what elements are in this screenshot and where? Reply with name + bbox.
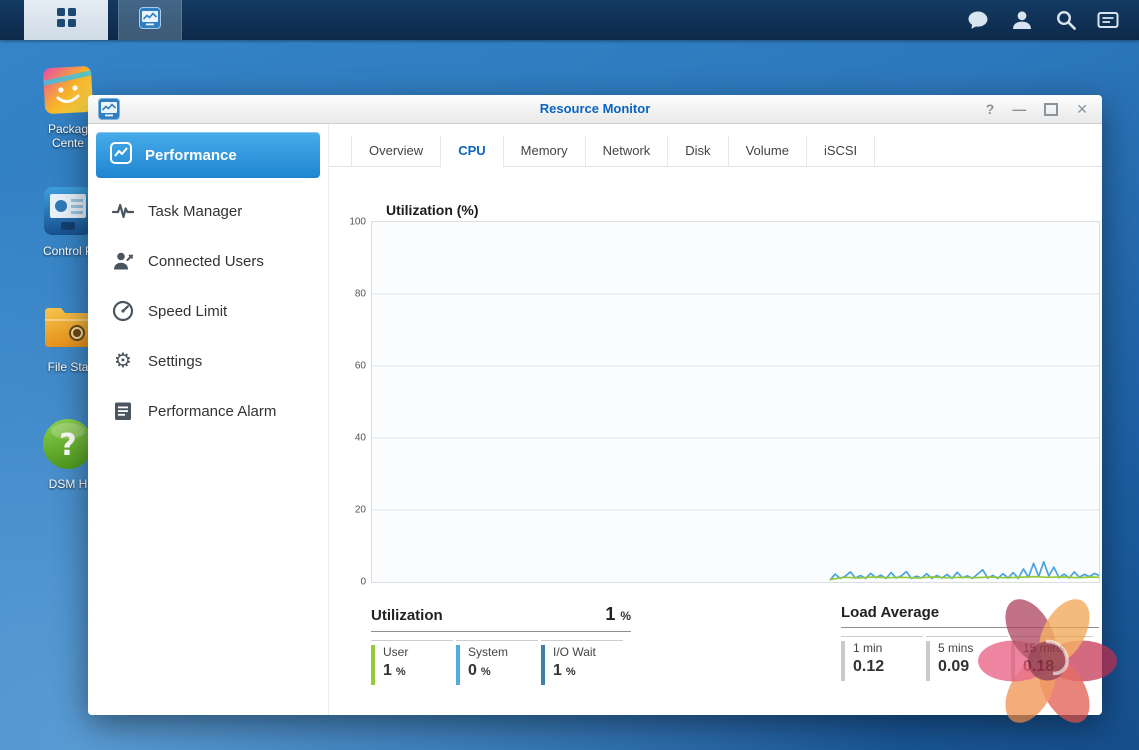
window-title: Resource Monitor [88, 95, 1102, 123]
sidebar-item-task-manager[interactable]: Task Manager [88, 186, 328, 236]
utilization-unit: % [620, 609, 631, 623]
resource-monitor-icon [98, 98, 120, 120]
stat-box-load-1min: 1 min 0.12 [841, 636, 923, 681]
app-grid-icon [57, 8, 76, 32]
window-content: OverviewCPUMemoryNetworkDiskVolumeiSCSI … [329, 124, 1102, 715]
y-axis-tick: 100 [338, 217, 366, 228]
tab-volume[interactable]: Volume [729, 136, 807, 166]
sidebar-item-label: Performance Alarm [148, 403, 276, 420]
sidebar-item-label: Task Manager [148, 203, 242, 220]
chart-title: Utilization (%) [386, 202, 479, 218]
sidebar-item-label: Performance [145, 147, 237, 164]
task-manager-pulse-icon [112, 200, 134, 222]
dsm-help-icon: ? [41, 417, 95, 471]
stat-box-load-5mins: 5 mins 0.09 [926, 636, 1008, 681]
y-axis-tick: 40 [338, 433, 366, 444]
resource-monitor-icon [139, 7, 161, 34]
sidebar-item-performance[interactable]: Performance [96, 132, 320, 178]
stat-box-system: System 0% [456, 640, 538, 685]
chat-notification-icon[interactable] [967, 9, 989, 31]
tab-disk[interactable]: Disk [668, 136, 728, 166]
stat-value: 1 [383, 662, 392, 679]
load-average-summary: Load Average 1 min 0.12 5 mins 0.09 [841, 604, 1099, 681]
tab-overview[interactable]: Overview [351, 136, 441, 166]
sidebar-item-performance-alarm[interactable]: Performance Alarm [88, 386, 328, 436]
sidebar-item-label: Settings [148, 353, 202, 370]
y-axis-tick: 0 [338, 577, 366, 588]
close-button[interactable]: ✕ [1076, 102, 1088, 116]
sidebar-item-connected-users[interactable]: Connected Users [88, 236, 328, 286]
file-station-icon [41, 300, 95, 354]
maximize-button[interactable] [1044, 103, 1058, 116]
window-sidebar: Performance Task Manager Connected Users… [88, 124, 329, 715]
performance-alarm-list-icon [112, 400, 134, 422]
utilization-label: Utilization [371, 607, 443, 624]
sidebar-item-label: Connected Users [148, 253, 264, 270]
taskbar [0, 0, 1139, 40]
resource-monitor-window: Resource Monitor ? — ✕ Performance Task … [88, 95, 1102, 715]
user-account-icon[interactable] [1011, 9, 1033, 31]
stat-value: 0.18 [1023, 658, 1054, 675]
dsm-desktop: Packag Cente Control P File Sta ? DSM H [0, 0, 1139, 750]
main-menu-button[interactable] [24, 0, 108, 40]
speed-limit-gauge-icon [112, 300, 134, 322]
stat-box-user: User 1% [371, 640, 453, 685]
chart-plot-area [372, 222, 1099, 582]
stat-unit: % [396, 666, 406, 678]
stat-box-load-15mins: 15 mins 0.18 [1011, 636, 1093, 681]
tab-iscsi[interactable]: iSCSI [807, 136, 875, 166]
cpu-utilization-chart: 100 80 60 40 20 0 [371, 221, 1100, 583]
stat-label: User [383, 645, 453, 659]
stat-value: 0.09 [938, 658, 969, 675]
tab-bar: OverviewCPUMemoryNetworkDiskVolumeiSCSI [329, 124, 1102, 167]
stat-box-io-wait: I/O Wait 1% [541, 640, 623, 685]
stat-label: 1 min [853, 641, 923, 655]
minimize-button[interactable]: — [1012, 102, 1026, 116]
stat-unit: % [481, 666, 491, 678]
settings-gear-icon: ⚙ [112, 350, 134, 372]
help-button[interactable]: ? [986, 102, 995, 116]
stat-value: 0.12 [853, 658, 884, 675]
package-center-icon [41, 62, 95, 116]
window-titlebar[interactable]: Resource Monitor ? — ✕ [88, 95, 1102, 124]
stat-label: 15 mins [1023, 641, 1093, 655]
tab-network[interactable]: Network [586, 136, 669, 166]
stat-value: 1 [553, 662, 562, 679]
pilot-view-icon[interactable] [1097, 9, 1119, 31]
tab-cpu[interactable]: CPU [441, 136, 503, 166]
control-panel-icon [41, 184, 95, 238]
sidebar-item-label: Speed Limit [148, 303, 227, 320]
y-axis-tick: 80 [338, 289, 366, 300]
svg-text:?: ? [59, 428, 76, 463]
stat-label: 5 mins [938, 641, 1008, 655]
utilization-summary: Utilization 1% User 1% System 0% [371, 604, 631, 685]
stat-label: I/O Wait [553, 645, 623, 659]
search-icon[interactable] [1055, 9, 1077, 31]
connected-users-icon [112, 250, 134, 272]
y-axis-tick: 20 [338, 505, 366, 516]
y-axis-tick: 60 [338, 361, 366, 372]
stat-label: System [468, 645, 538, 659]
sidebar-item-speed-limit[interactable]: Speed Limit [88, 286, 328, 336]
stat-unit: % [566, 666, 576, 678]
stat-value: 0 [468, 662, 477, 679]
sidebar-item-settings[interactable]: ⚙ Settings [88, 336, 328, 386]
taskbar-resource-monitor-button[interactable] [118, 0, 182, 40]
performance-chart-icon [109, 141, 133, 169]
utilization-value: 1 [605, 604, 615, 624]
load-average-label: Load Average [841, 604, 939, 621]
tab-memory[interactable]: Memory [504, 136, 586, 166]
